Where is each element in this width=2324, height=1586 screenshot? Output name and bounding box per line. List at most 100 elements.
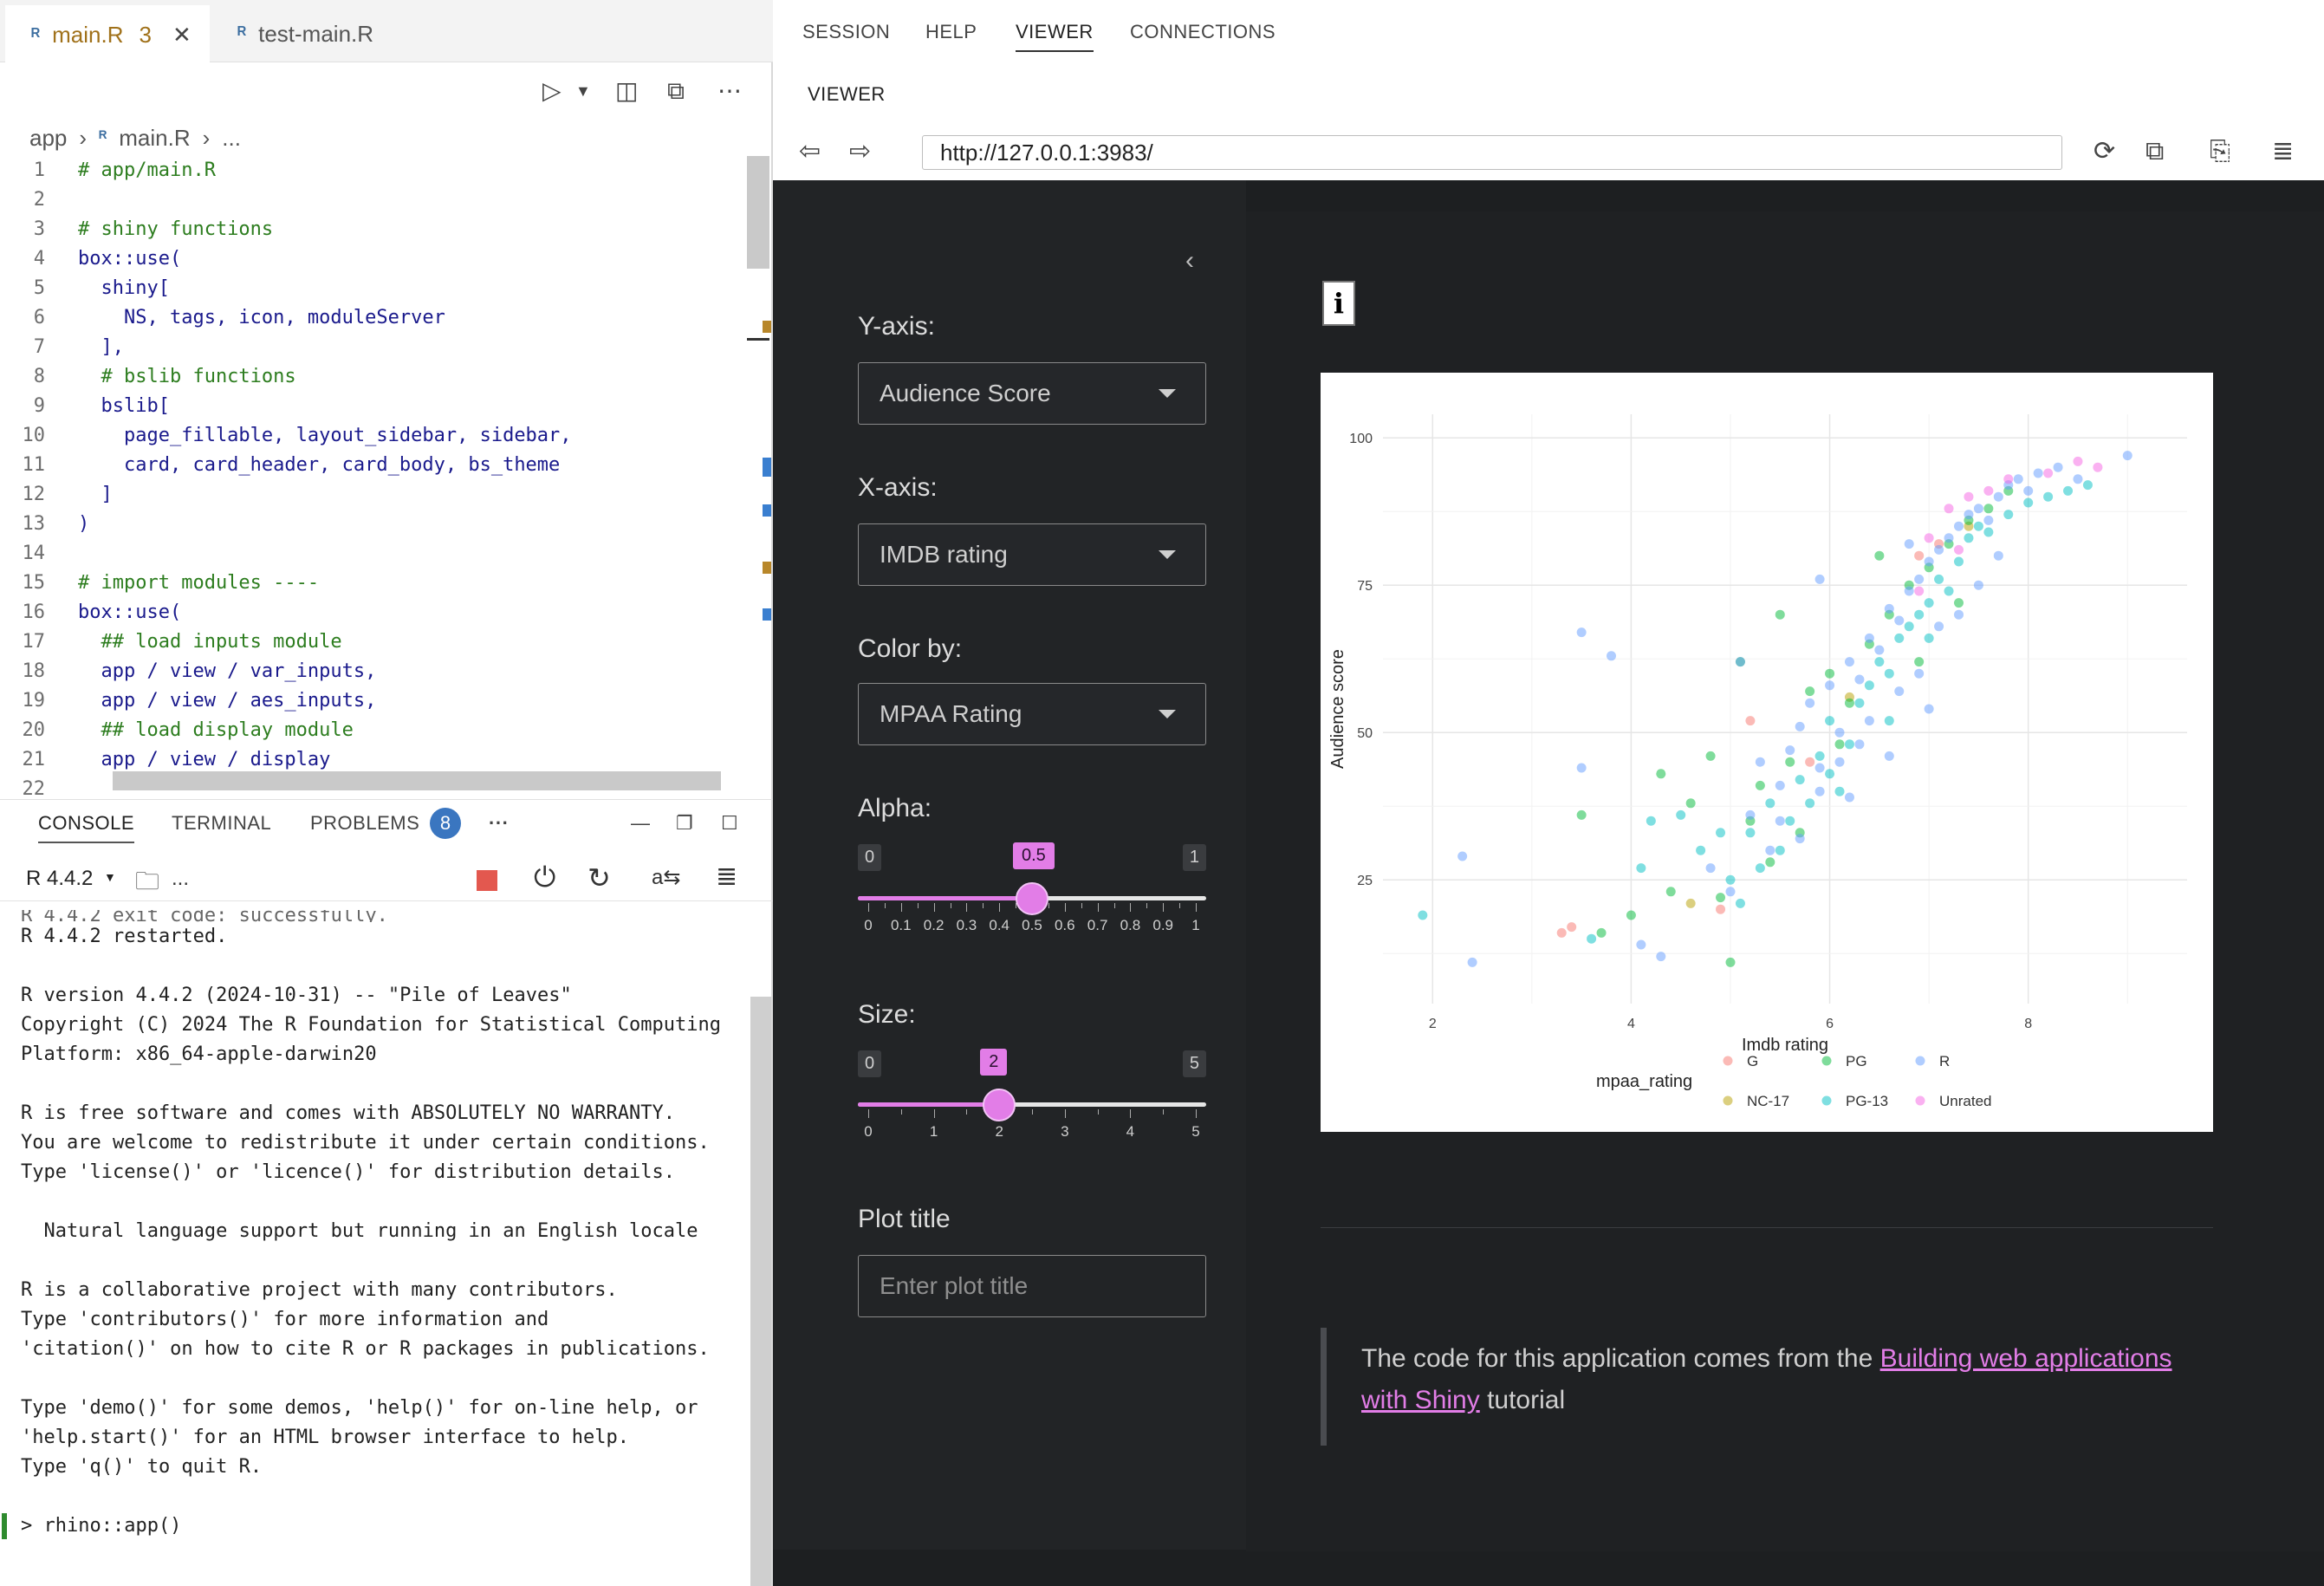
close-icon[interactable]: ✕: [172, 22, 192, 49]
more-actions-icon[interactable]: ⋯: [717, 78, 742, 104]
alpha-slider[interactable]: 0 1 0.5 0 0.1 0.2 0.3 0.4 0.5 0.6 0.7 0.8 0.9 1: [858, 842, 1206, 939]
working-dir[interactable]: ...: [172, 867, 189, 891]
power-icon[interactable]: ⏻: [534, 861, 555, 894]
x-axis-label: X-axis:: [858, 473, 938, 502]
back-icon[interactable]: ⇦: [799, 137, 821, 166]
copy-url-icon[interactable]: ⎘: [2210, 137, 2230, 166]
data-point-r: [2023, 485, 2034, 496]
code-line: 11 card, card_header, card_body, bs_them…: [0, 451, 754, 480]
chevron-down-icon[interactable]: ▼: [575, 78, 591, 104]
breadcrumb-more[interactable]: ...: [222, 125, 241, 152]
code-editor[interactable]: 1 # app/main.R 2 3 # shiny functions 4 box::us…: [0, 156, 754, 797]
console-line: R 4.4.2 exit code: successfully.: [21, 910, 388, 922]
tab-connections[interactable]: CONNECTIONS: [1130, 21, 1276, 43]
slider-tick-label: 0.3: [956, 917, 977, 933]
slider-minor-tick: [917, 903, 919, 908]
breadcrumb-file[interactable]: main.R: [119, 125, 190, 152]
breadcrumb-root[interactable]: app: [29, 125, 67, 152]
slider-minor-tick: [1048, 903, 1049, 908]
editor-horizontal-scrollbar[interactable]: [113, 771, 721, 790]
tab-test-main-r[interactable]: ᴿ test-main.R: [217, 5, 438, 62]
slider-tick: [868, 1109, 869, 1118]
code-line: 2: [0, 185, 754, 215]
word-wrap-icon[interactable]: a⇆: [652, 865, 680, 890]
data-point-r: [1814, 763, 1825, 773]
x-axis-select[interactable]: IMDB rating: [858, 523, 1206, 586]
tab-viewer[interactable]: VIEWER: [1016, 21, 1094, 52]
slider-tick-label: 2: [995, 1123, 1003, 1140]
slider-minor-tick: [884, 903, 886, 908]
x-tick-label: 2: [1429, 1017, 1437, 1031]
stop-icon[interactable]: [477, 870, 497, 891]
console-line: You are welcome to redistribute it under…: [21, 1132, 710, 1154]
slider-minor-tick: [1163, 1109, 1165, 1115]
x-axis-title: Imdb rating: [1742, 1036, 1828, 1055]
line-text: # bslib functions: [78, 366, 296, 387]
r-version-selector[interactable]: R 4.4.2: [26, 867, 93, 891]
tab-console[interactable]: CONSOLE: [38, 812, 135, 843]
code-line: 18 app / view / var_inputs,: [0, 657, 754, 686]
y-axis-label: Y-axis:: [858, 312, 935, 341]
tab-terminal[interactable]: TERMINAL: [172, 812, 271, 835]
url-input[interactable]: http://127.0.0.1:3983/: [922, 135, 2062, 170]
scatter-plot: 2 4 6 8 25 50 75 100 Imdb rating Audience score mp…: [1328, 414, 2187, 1109]
color-by-select[interactable]: MPAA Rating: [858, 683, 1206, 745]
data-point-pg-13: [1874, 657, 1885, 667]
clear-console-icon[interactable]: ≣: [716, 861, 737, 892]
line-number: 6: [33, 307, 45, 328]
size-slider[interactable]: 0 5 2 0 1 2 3 4 5: [858, 1049, 1206, 1146]
overview-marker: [763, 608, 771, 621]
tab-help[interactable]: HELP: [925, 21, 977, 43]
data-point-r: [1904, 586, 1914, 596]
restart-icon[interactable]: ↻: [587, 861, 611, 894]
minimize-icon[interactable]: —: [631, 812, 651, 835]
forward-icon[interactable]: ⇨: [849, 137, 871, 166]
info-button[interactable]: i: [1322, 281, 1355, 326]
line-text: card, card_header, card_body, bs_theme: [78, 454, 561, 476]
run-icon[interactable]: ▷: [542, 78, 562, 104]
data-point-pg-13: [1795, 775, 1805, 785]
caret-down-icon: [1159, 550, 1176, 559]
slider-tick: [1130, 1109, 1132, 1118]
data-point-unrated: [2043, 468, 2054, 478]
more-panels-icon[interactable]: ···: [489, 812, 509, 835]
y-axis-select[interactable]: Audience Score: [858, 362, 1206, 425]
tab-main-r[interactable]: ᴿ main.R 3 ✕: [5, 5, 210, 62]
clear-viewer-icon[interactable]: ≣: [2272, 137, 2294, 166]
collapse-sidebar-icon[interactable]: ‹: [1185, 246, 1194, 276]
maximize-icon[interactable]: ☐: [721, 812, 738, 835]
overview-marker: [763, 562, 771, 574]
editor-vertical-scrollbar[interactable]: [747, 156, 769, 269]
data-point-pg-13: [1725, 874, 1736, 885]
slider-minor-tick: [966, 1109, 968, 1115]
slider-handle[interactable]: [1016, 882, 1048, 915]
reload-icon[interactable]: ⟳: [2094, 137, 2115, 166]
slider-handle[interactable]: [983, 1089, 1016, 1121]
data-point-pg-13: [1894, 633, 1905, 643]
line-number: 19: [22, 690, 46, 712]
split-editor-icon[interactable]: ◫: [615, 78, 638, 104]
slider-tick-label: 1: [1191, 917, 1200, 933]
restore-icon[interactable]: ❐: [676, 812, 693, 835]
console-output[interactable]: R 4.4.2 exit code: successfully. R 4.4.2 …: [0, 910, 763, 1586]
folder-icon[interactable]: 🗀: [135, 863, 159, 905]
chevron-down-icon[interactable]: ▼: [104, 870, 116, 884]
tab-session[interactable]: SESSION: [802, 21, 890, 43]
slider-minor-tick: [1081, 903, 1082, 908]
caret-down-icon: [1159, 389, 1176, 398]
data-point-pg-13: [1964, 533, 1974, 543]
data-point-pg-13: [1953, 556, 1964, 567]
slider-fill: [858, 1102, 1000, 1107]
legend-label: NC-17: [1747, 1093, 1789, 1109]
data-point-r: [1884, 603, 1894, 614]
open-in-browser-icon[interactable]: ⧉: [2145, 137, 2164, 166]
console-scrollbar[interactable]: [750, 997, 771, 1586]
tab-problems[interactable]: PROBLEMS: [310, 812, 419, 835]
legend-key: [1821, 1095, 1832, 1106]
plot-title-input[interactable]: Enter plot title: [858, 1255, 1206, 1317]
data-point-r: [1924, 556, 1934, 567]
y-tick-label: 25: [1357, 874, 1373, 888]
open-external-icon[interactable]: ⧉: [667, 78, 685, 104]
slider-tick-label: 0.8: [1120, 917, 1141, 933]
line-number: 15: [22, 572, 46, 594]
